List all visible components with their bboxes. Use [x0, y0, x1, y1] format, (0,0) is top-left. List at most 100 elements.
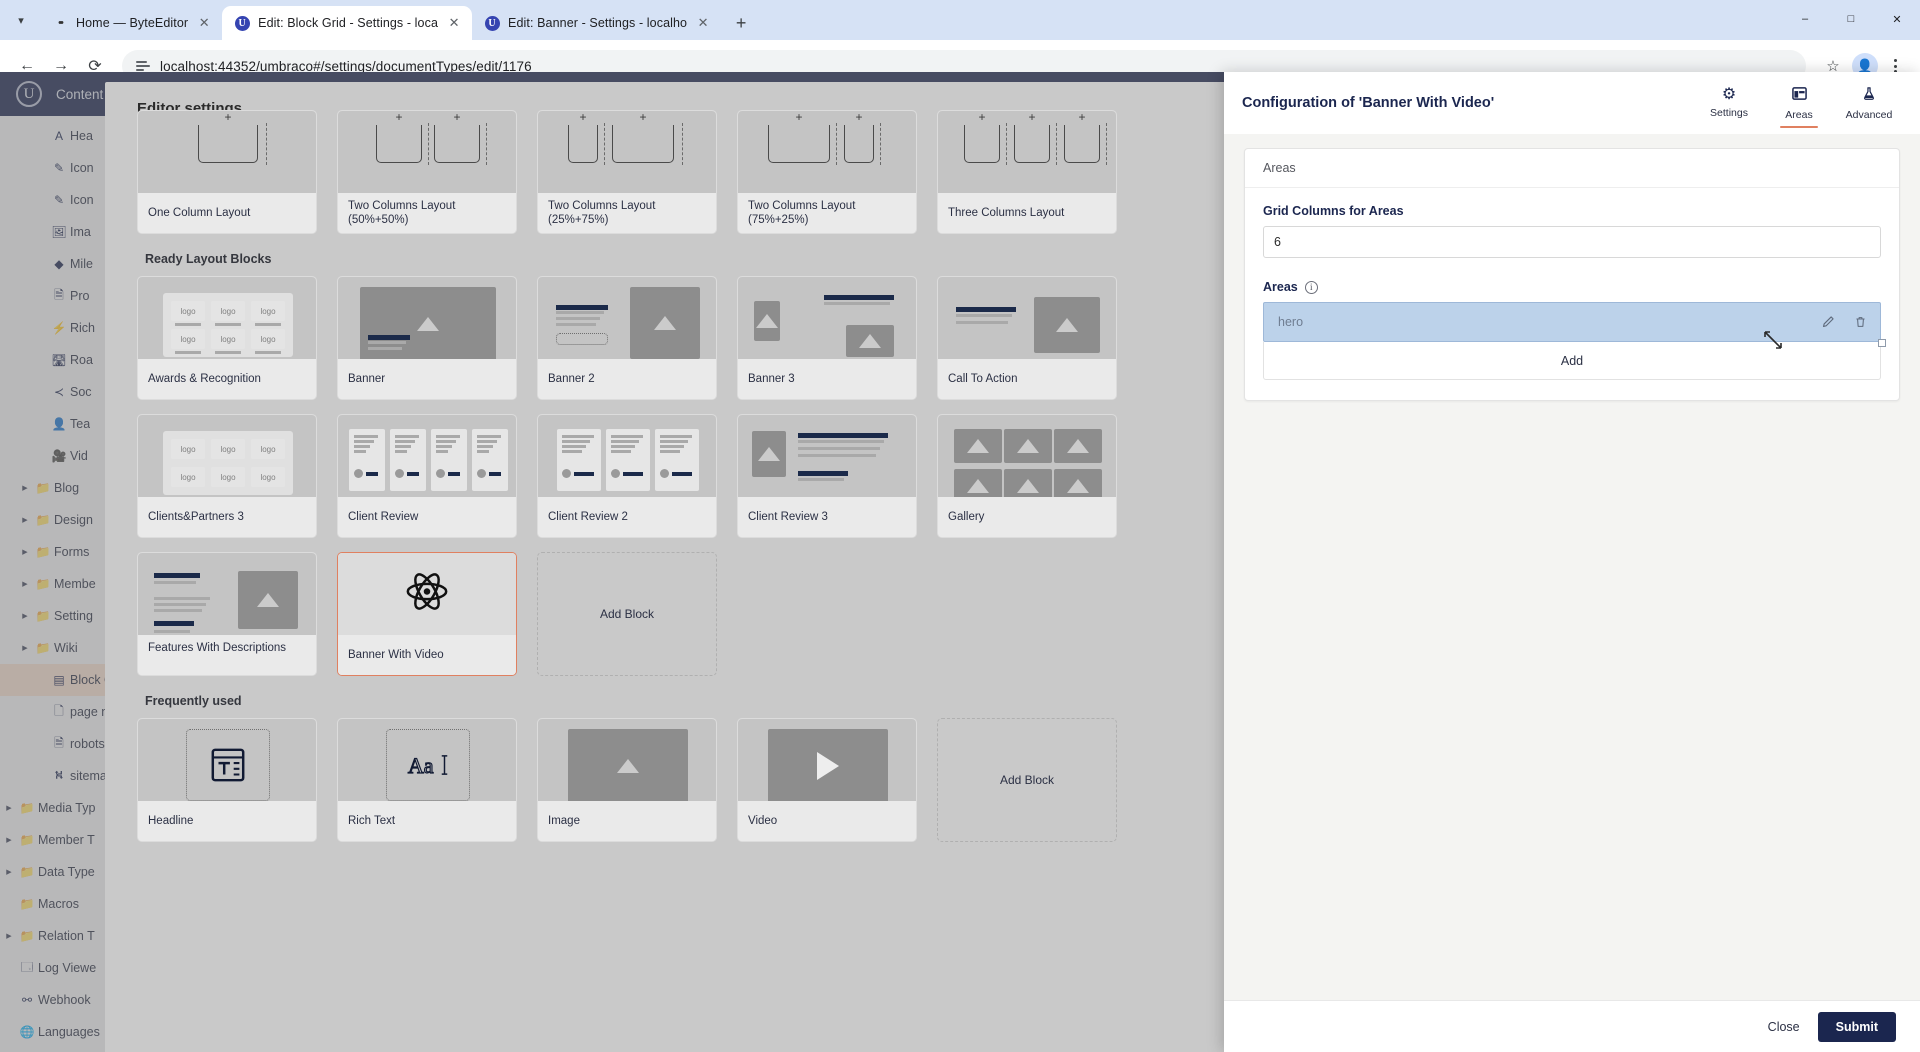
configuration-tabs: ⚙ Settings Areas: [1694, 72, 1904, 134]
block-group-title: Frequently used: [145, 694, 1198, 708]
grid-columns-label: Grid Columns for Areas: [1263, 204, 1881, 218]
logo-chip: logo: [171, 301, 205, 321]
block-card[interactable]: logologologologologologoClients&Partners…: [137, 414, 317, 538]
new-tab-button[interactable]: +: [727, 9, 755, 37]
block-card[interactable]: +++Three Columns Layout: [937, 110, 1117, 234]
mountain-icon: [1067, 479, 1089, 493]
submit-button[interactable]: Submit: [1818, 1012, 1896, 1042]
block-card[interactable]: AaRich Text: [337, 718, 517, 842]
tab-settings[interactable]: ⚙ Settings: [1694, 72, 1764, 134]
browser-tab-title: Edit: Banner - Settings - localho: [508, 16, 687, 30]
review-card: [390, 429, 426, 491]
kebab-menu-icon[interactable]: [1882, 59, 1908, 73]
info-icon[interactable]: i: [1305, 281, 1318, 294]
tab-label: Advanced: [1846, 109, 1893, 121]
block-card[interactable]: Headline: [137, 718, 317, 842]
block-thumbnail: ++: [338, 111, 516, 193]
add-block-button[interactable]: Add Block: [537, 552, 717, 676]
image-placeholder: [1004, 469, 1052, 497]
configuration-footer: Close Submit: [1224, 1000, 1920, 1052]
block-label: Banner: [338, 359, 516, 399]
logo-chip: logo: [211, 439, 245, 459]
browser-tab-1[interactable]: U Edit: Block Grid - Settings - loca ✕: [222, 6, 472, 40]
block-card[interactable]: Client Review: [337, 414, 517, 538]
block-card[interactable]: +One Column Layout: [137, 110, 317, 234]
block-label: Two Columns Layout (25%+75%): [538, 193, 716, 233]
close-icon[interactable]: ✕: [196, 15, 212, 31]
add-area-button[interactable]: Add: [1263, 342, 1881, 380]
resize-handle[interactable]: [1878, 339, 1886, 347]
logo-chip: logo: [211, 467, 245, 487]
block-thumbnail: [538, 415, 716, 497]
block-card[interactable]: Features With Descriptions: [137, 552, 317, 676]
close-icon[interactable]: ✕: [695, 15, 711, 31]
block-card[interactable]: Banner With Video: [337, 552, 517, 676]
browser-tab-2[interactable]: U Edit: Banner - Settings - localho ✕: [472, 6, 721, 40]
logo-chip: logo: [171, 329, 205, 349]
window-minimize-button[interactable]: –: [1782, 0, 1828, 38]
tab-search-icon[interactable]: ▾: [4, 3, 38, 37]
plus-icon: +: [1078, 111, 1085, 124]
block-card[interactable]: Client Review 3: [737, 414, 917, 538]
area-row[interactable]: hero: [1263, 302, 1881, 342]
block-label: Client Review: [338, 497, 516, 537]
add-block-button[interactable]: Add Block: [937, 718, 1117, 842]
block-card[interactable]: Banner: [337, 276, 517, 400]
logo-chip: logo: [251, 301, 285, 321]
block-card[interactable]: Video: [737, 718, 917, 842]
block-label: Gallery: [938, 497, 1116, 537]
close-icon[interactable]: ✕: [446, 15, 462, 31]
block-thumbnail: logologologologologologo: [138, 277, 316, 359]
configuration-panel: Configuration of 'Banner With Video' ⚙ S…: [1224, 72, 1920, 1052]
block-thumbnail: [938, 277, 1116, 359]
close-button[interactable]: Close: [1768, 1020, 1800, 1034]
tab-label: Areas: [1785, 109, 1812, 121]
block-thumbnail: [138, 553, 316, 635]
plus-icon: +: [795, 111, 802, 124]
plus-icon: +: [453, 111, 460, 124]
window-maximize-button[interactable]: □: [1828, 0, 1874, 38]
image-placeholder: [1004, 429, 1052, 463]
plus-icon: +: [224, 111, 231, 124]
configuration-body: Areas Grid Columns for Areas Areas i: [1224, 134, 1920, 1000]
block-label: Headline: [138, 801, 316, 841]
block-card[interactable]: Client Review 2: [537, 414, 717, 538]
block-card[interactable]: Banner 3: [737, 276, 917, 400]
block-label: Rich Text: [338, 801, 516, 841]
block-thumbnail: [738, 277, 916, 359]
play-icon: [817, 752, 839, 780]
grid-columns-input[interactable]: [1263, 226, 1881, 258]
tab-advanced[interactable]: Advanced: [1834, 72, 1904, 134]
block-card[interactable]: ++Two Columns Layout (75%+25%): [737, 110, 917, 234]
block-card[interactable]: ++Two Columns Layout (50%+50%): [337, 110, 517, 234]
block-card[interactable]: ++Two Columns Layout (25%+75%): [537, 110, 717, 234]
flask-icon: [1862, 86, 1876, 105]
block-card[interactable]: Call To Action: [937, 276, 1117, 400]
trash-icon[interactable]: [1850, 312, 1870, 332]
mountain-icon: [1056, 318, 1078, 332]
block-card[interactable]: logologologologologologoAwards & Recogni…: [137, 276, 317, 400]
block-row: logologologologologologoClients&Partners…: [137, 414, 1198, 538]
block-label: Client Review 2: [538, 497, 716, 537]
block-card[interactable]: Gallery: [937, 414, 1117, 538]
block-card[interactable]: Image: [537, 718, 717, 842]
mountain-icon: [654, 316, 676, 330]
browser-tab-0[interactable]: •• Home — ByteEditor ✕: [40, 6, 222, 40]
window-close-button[interactable]: ✕: [1874, 0, 1920, 38]
areas-card: Areas Grid Columns for Areas Areas i: [1244, 148, 1900, 401]
plus-icon: +: [639, 111, 646, 124]
block-label: Client Review 3: [738, 497, 916, 537]
mountain-icon: [967, 479, 989, 493]
tab-areas[interactable]: Areas: [1764, 72, 1834, 134]
mountain-icon: [1017, 439, 1039, 453]
image-placeholder: [1054, 429, 1102, 463]
image-placeholder: [238, 571, 298, 629]
block-thumbnail: [538, 719, 716, 801]
byteeditor-icon: ••: [52, 15, 68, 31]
logo-chip: logo: [211, 329, 245, 349]
block-card[interactable]: Banner 2: [537, 276, 717, 400]
umbraco-app: U Content AHea✎Icon✎Icon🖼Ima◆Mile🗎Pro⚡Ri…: [0, 72, 1920, 1052]
editor-settings-panel: Editor settings +One Column Layout++Two …: [105, 82, 1230, 1052]
site-settings-icon[interactable]: [136, 61, 150, 71]
pencil-icon[interactable]: [1818, 312, 1838, 332]
